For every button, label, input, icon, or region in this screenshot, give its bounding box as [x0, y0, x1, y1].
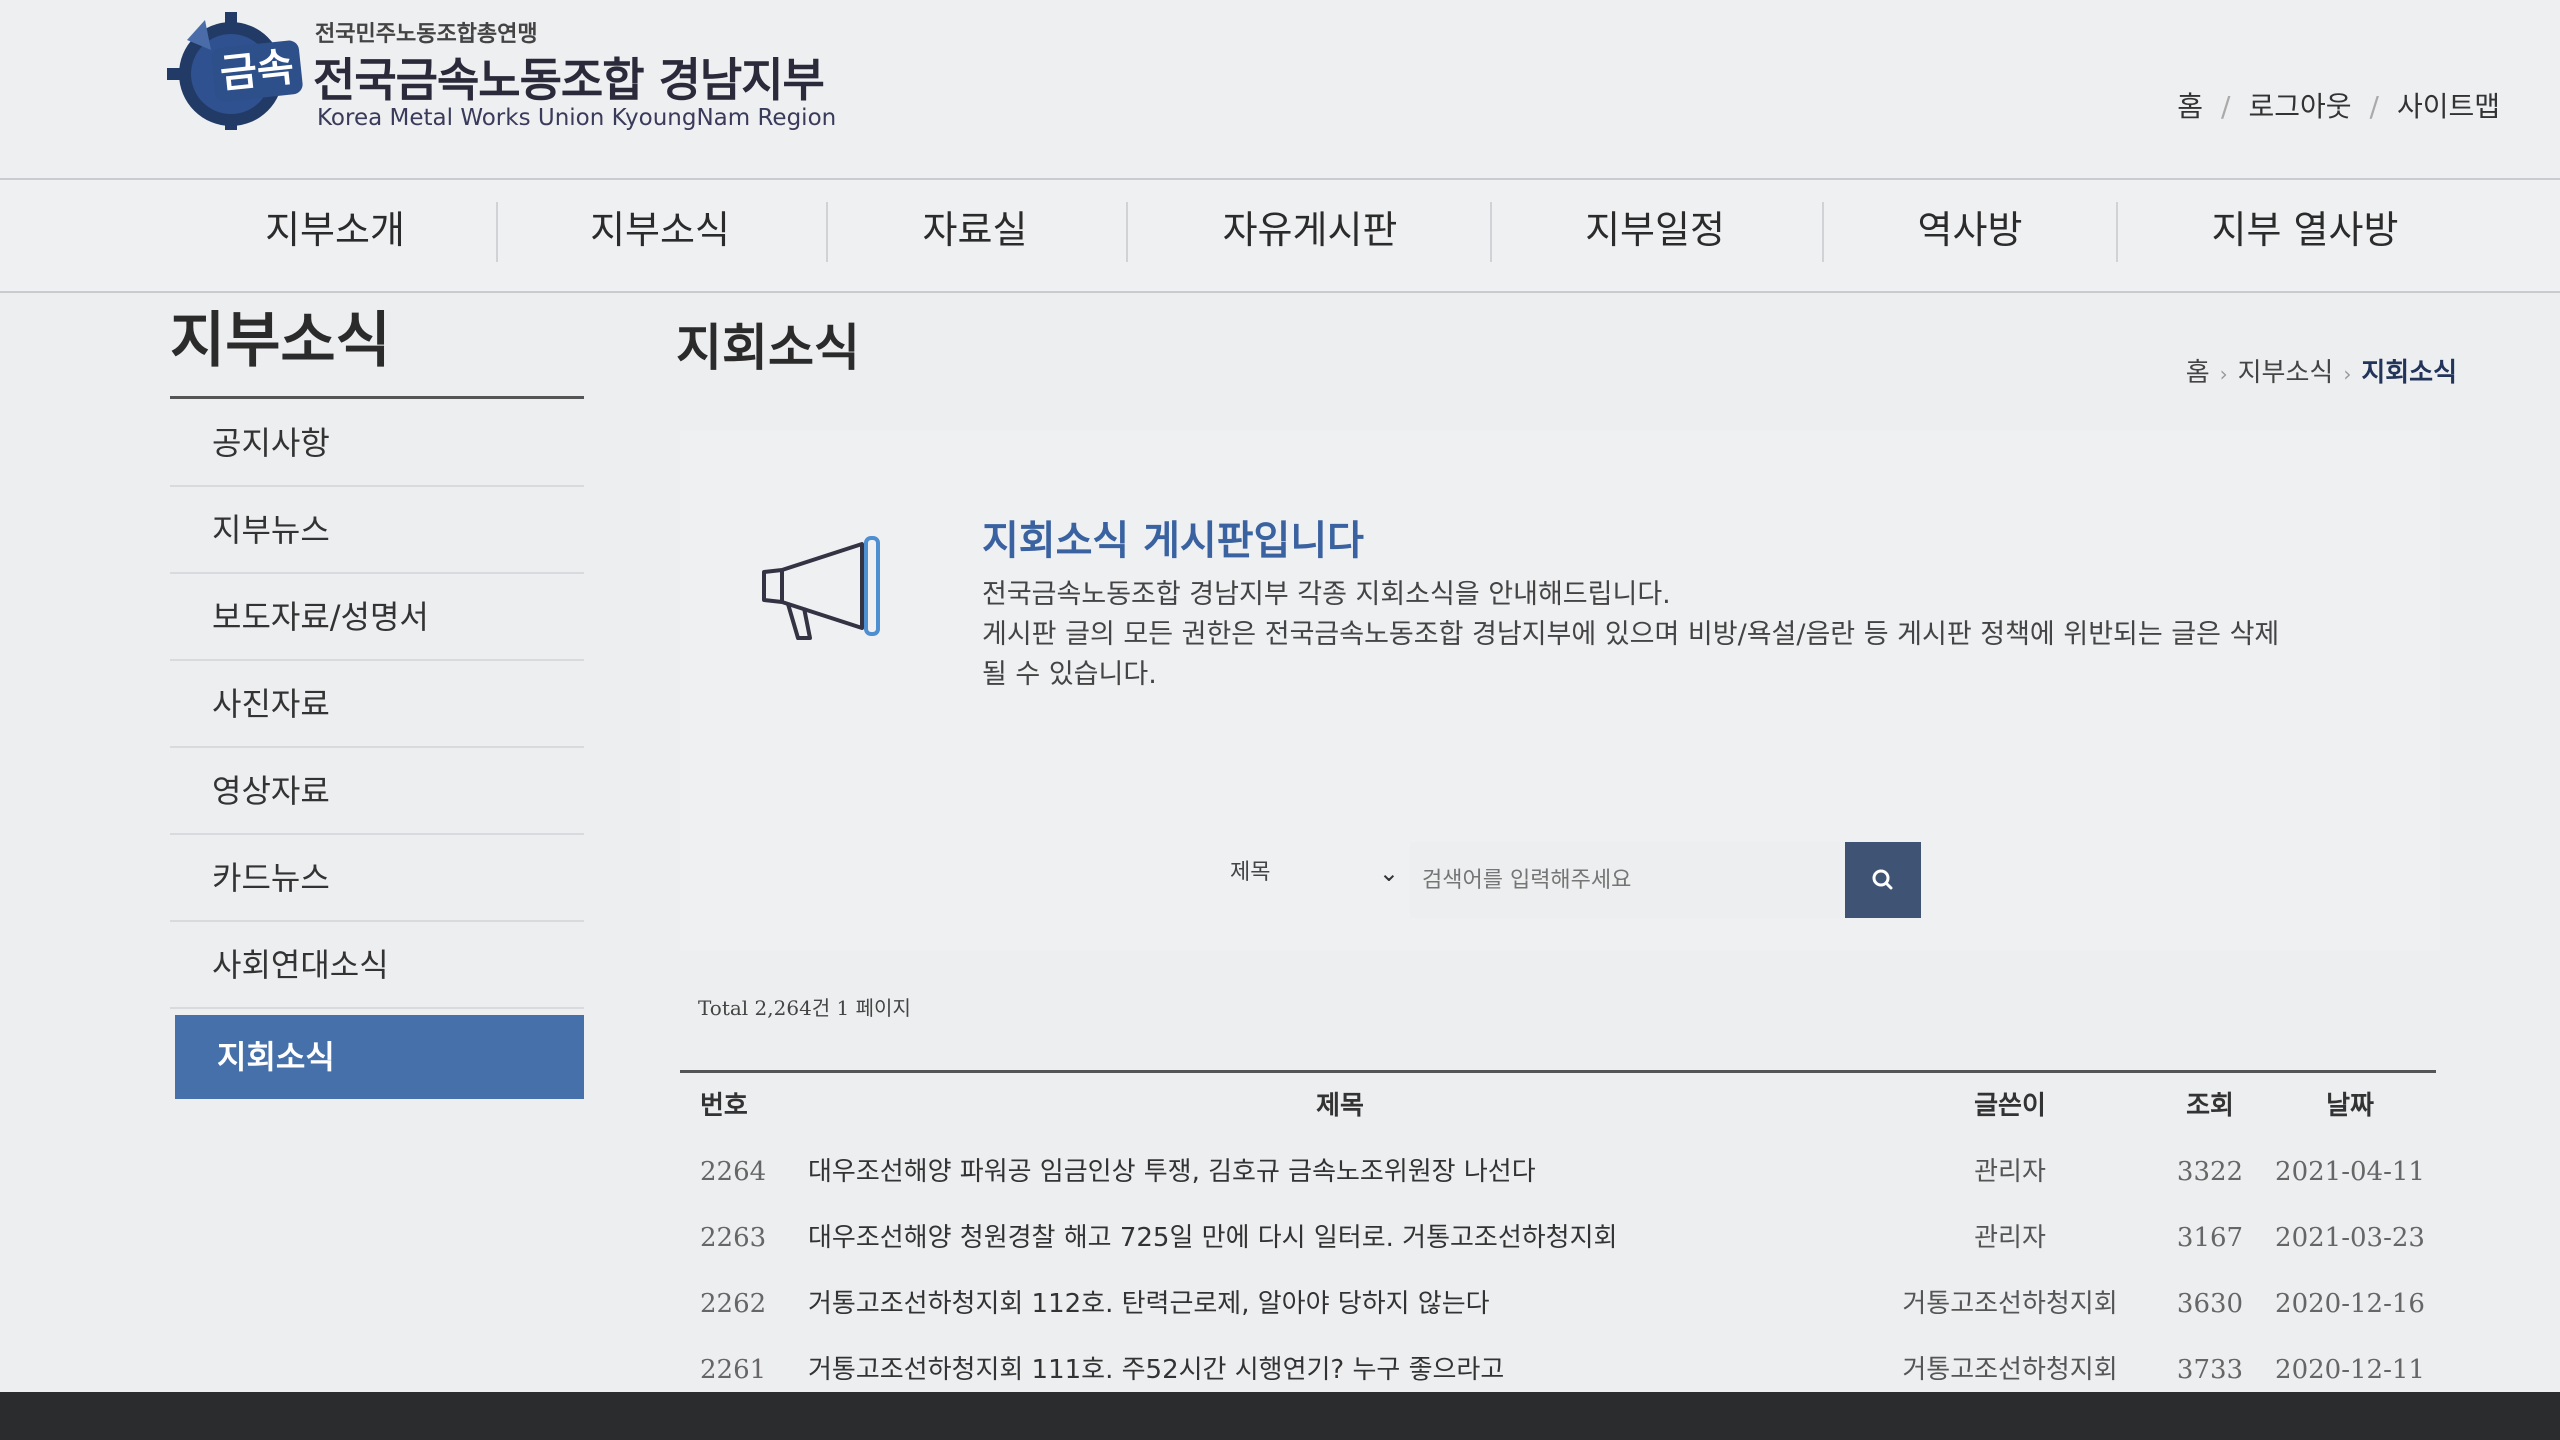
nav-divider [2116, 202, 2118, 262]
nav-item-free-board[interactable]: 자유게시판 [1170, 180, 1450, 295]
megaphone-icon [752, 530, 922, 660]
org-name: 전국금속노동조합 경남지부 [313, 53, 825, 107]
post-number: 2263 [700, 1223, 767, 1253]
board-info-description: 전국금속노동조합 경남지부 각종 지회소식을 안내해드립니다. 게시판 글의 모… [982, 575, 2382, 695]
post-number: 2262 [700, 1289, 767, 1319]
post-date: 2021-04-11 [2275, 1157, 2425, 1187]
info-line: 될 수 있습니다. [982, 659, 1157, 690]
home-link[interactable]: 홈 [2177, 90, 2203, 123]
breadcrumb-current: 지회소식 [2361, 358, 2457, 388]
sidebar-menu: 공지사항 지부뉴스 보도자료/성명서 사진자료 영상자료 카드뉴스 사회연대소식… [170, 400, 584, 1099]
chevron-down-icon: ⌄ [1378, 859, 1399, 887]
post-writer: 거통고조선하청지회 [1902, 1289, 2118, 1319]
post-date: 2021-03-23 [2275, 1223, 2425, 1253]
sidebar-item-branch-news[interactable]: 지부뉴스 [170, 487, 584, 574]
org-name-en: Korea Metal Works Union KyoungNam Region [317, 105, 837, 131]
column-header-title: 제목 [1316, 1091, 1364, 1121]
nav-divider [496, 202, 498, 262]
post-hits: 3630 [2176, 1289, 2244, 1319]
total-count: Total 2,264건 1 페이지 [698, 996, 911, 1020]
nav-item-about[interactable]: 지부소개 [200, 180, 470, 295]
sidebar-item-solidarity[interactable]: 사회연대소식 [170, 922, 584, 1009]
post-title-link[interactable]: 거통고조선하청지회 112호. 탄력근로제, 알아야 당하지 않는다 [808, 1271, 1908, 1337]
screen-bottom-bezel [0, 1392, 2560, 1440]
post-writer: 관리자 [1974, 1223, 2046, 1253]
chevron-right-icon: › [2219, 362, 2228, 386]
column-header-writer: 글쓴이 [1974, 1091, 2046, 1121]
column-header-hits: 조회 [2186, 1091, 2234, 1121]
post-hits: 3322 [2176, 1157, 2244, 1187]
info-line: 전국금속노동조합 경남지부 각종 지회소식을 안내해드립니다. [982, 579, 1671, 610]
post-writer: 관리자 [1974, 1157, 2046, 1187]
logo-badge: 금속 [210, 39, 304, 103]
search-button[interactable] [1845, 842, 1921, 918]
nav-divider [1126, 202, 1128, 262]
column-header-date: 날짜 [2326, 1091, 2374, 1121]
search-icon [1872, 869, 1893, 890]
divider: / [2369, 90, 2379, 123]
post-title-link[interactable]: 대우조선해양 파워공 임금인상 투쟁, 김호규 금속노조위원장 나선다 [808, 1139, 1908, 1205]
post-number: 2264 [700, 1157, 767, 1187]
table-row: 2262 거통고조선하청지회 112호. 탄력근로제, 알아야 당하지 않는다 … [680, 1271, 2436, 1337]
sidebar-item-press[interactable]: 보도자료/성명서 [170, 574, 584, 661]
info-line: 게시판 글의 모든 권한은 전국금속노동조합 경남지부에 있으며 비방/욕설/음… [982, 619, 2280, 650]
union-emblem-icon: 금속 [165, 10, 305, 130]
sidebar-item-card-news[interactable]: 카드뉴스 [170, 835, 584, 922]
sidebar-title-rule [170, 396, 584, 399]
sidebar-item-photos[interactable]: 사진자료 [170, 661, 584, 748]
page-title: 지회소식 [676, 319, 860, 377]
search-field-select[interactable]: 제목 ⌄ [1215, 842, 1405, 918]
nav-item-news[interactable]: 지부소식 [525, 180, 795, 295]
post-hits: 3167 [2176, 1223, 2244, 1253]
table-row: 2263 대우조선해양 청원경찰 해고 725일 만에 다시 일터로. 거통고조… [680, 1205, 2436, 1271]
search-field-value: 제목 [1230, 860, 1271, 885]
nav-item-schedule[interactable]: 지부일정 [1520, 180, 1790, 295]
breadcrumb-home[interactable]: 홈 [2186, 358, 2210, 388]
nav-divider [1490, 202, 1492, 262]
sidebar-item-videos[interactable]: 영상자료 [170, 748, 584, 835]
nav-item-martyrs[interactable]: 지부 열사방 [2160, 180, 2450, 295]
table-row: 2264 대우조선해양 파워공 임금인상 투쟁, 김호규 금속노조위원장 나선다… [680, 1139, 2436, 1205]
search-input[interactable] [1410, 842, 1840, 918]
board-header-row: 번호 제목 글쓴이 조회 날짜 [680, 1073, 2436, 1139]
board-table: 번호 제목 글쓴이 조회 날짜 2264 대우조선해양 파워공 임금인상 투쟁,… [680, 1070, 2436, 1403]
post-date: 2020-12-16 [2275, 1289, 2425, 1319]
breadcrumb-section[interactable]: 지부소식 [2238, 358, 2334, 388]
board-info-title: 지회소식 게시판입니다 [982, 518, 1364, 564]
nav-item-history[interactable]: 역사방 [1835, 180, 2105, 295]
chevron-right-icon: › [2343, 362, 2352, 386]
sidebar-item-notice[interactable]: 공지사항 [170, 400, 584, 487]
nav-divider [826, 202, 828, 262]
site-logo[interactable]: 금속 전국민주노동조합총연맹 전국금속노동조합 경남지부 Korea Metal… [165, 10, 845, 140]
search-form: 제목 ⌄ [1215, 842, 1921, 918]
site-header: 금속 전국민주노동조합총연맹 전국금속노동조합 경남지부 Korea Metal… [0, 0, 2560, 180]
sitemap-link[interactable]: 사이트맵 [2397, 90, 2500, 123]
utility-links: 홈 / 로그아웃 / 사이트맵 [2177, 85, 2500, 125]
post-title-link[interactable]: 대우조선해양 청원경찰 해고 725일 만에 다시 일터로. 거통고조선하청지회 [808, 1205, 1908, 1271]
logout-link[interactable]: 로그아웃 [2248, 90, 2351, 123]
nav-item-archive[interactable]: 자료실 [840, 180, 1110, 295]
sidebar-title: 지부소식 [170, 306, 391, 376]
divider: / [2221, 90, 2231, 123]
main-navigation: 지부소개 지부소식 자료실 자유게시판 지부일정 역사방 지부 열사방 [0, 178, 2560, 293]
sidebar-item-chapter-news[interactable]: 지회소식 [175, 1015, 584, 1099]
nav-divider [1822, 202, 1824, 262]
breadcrumb: 홈 › 지부소식 › 지회소식 [2186, 352, 2457, 389]
